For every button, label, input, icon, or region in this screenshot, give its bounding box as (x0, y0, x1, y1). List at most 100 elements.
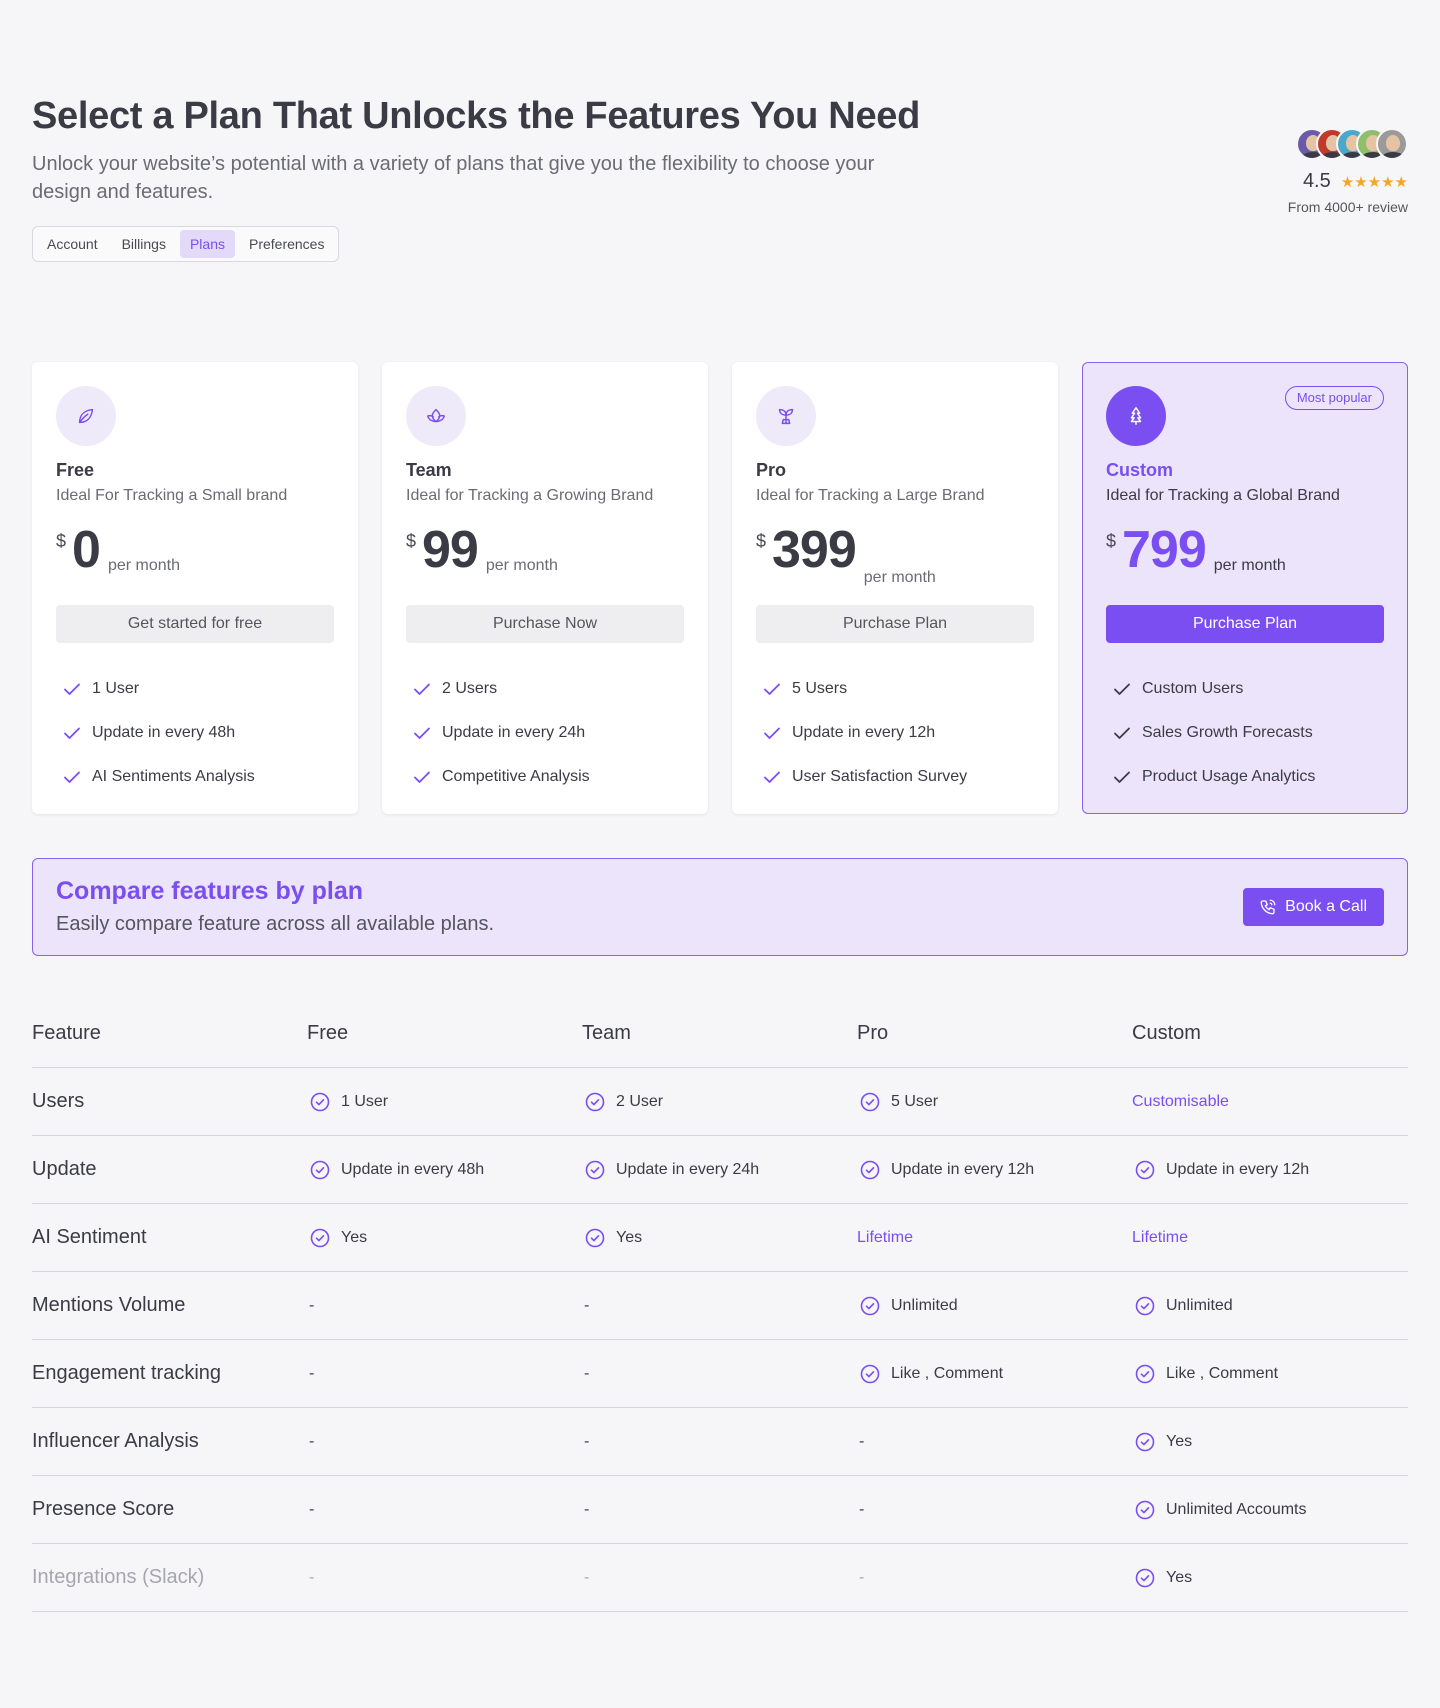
cell-value: - (309, 1364, 315, 1382)
feature-name: Influencer Analysis (32, 1430, 199, 1452)
cell-value: Yes (1166, 1568, 1193, 1586)
column-header: Free (307, 1022, 349, 1044)
table-cell: Unlimited (857, 1295, 1132, 1317)
cell-value: 5 User (891, 1092, 939, 1110)
price-amount: 99 (422, 521, 479, 579)
table-cell: 2 User (582, 1091, 857, 1113)
table-row: Presence Score - - - Unlimited Accoumts (32, 1476, 1408, 1544)
plan-card-free: Free Ideal For Tracking a Small brand $ … (32, 362, 358, 814)
plan-description: Ideal for Tracking a Large Brand (756, 487, 985, 504)
table-cell: Update in every 12h (857, 1159, 1132, 1181)
table-cell: Lifetime (1132, 1229, 1407, 1247)
table-cell: Update in every 48h (307, 1159, 582, 1181)
page-header: Select a Plan That Unlocks the Features … (32, 92, 1408, 272)
check-circle-icon (859, 1091, 881, 1113)
feature-name: Users (32, 1090, 85, 1112)
table-cell: Yes (1132, 1567, 1407, 1589)
compare-subtitle: Easily compare feature across all availa… (56, 913, 494, 935)
feature-name: Presence Score (32, 1498, 175, 1520)
column-header: Custom (1132, 1022, 1201, 1044)
check-circle-icon (1134, 1499, 1156, 1521)
leaf-icon (56, 386, 116, 446)
feature-label: 5 Users (792, 680, 848, 697)
check-icon (1112, 723, 1132, 743)
table-cell: 1 User (307, 1091, 582, 1113)
cell-value: - (584, 1296, 590, 1314)
price-currency: $ (56, 531, 67, 551)
check-icon (62, 767, 82, 787)
table-row: Engagement tracking - - Like , Comment Like … (32, 1340, 1408, 1408)
list-item: Update in every 24h (406, 711, 684, 755)
check-circle-icon (1134, 1431, 1156, 1453)
page-subtitle: Unlock your website’s potential with a v… (32, 153, 875, 203)
feature-label: AI Sentiments Analysis (92, 768, 255, 785)
cell-value: - (309, 1296, 315, 1314)
table-cell: - (582, 1297, 857, 1315)
list-item: Competitive Analysis (406, 755, 684, 799)
price-amount: 799 (1122, 521, 1207, 579)
price-currency: $ (406, 531, 417, 551)
plan-name: Pro (756, 460, 787, 480)
cell-value: Lifetime (857, 1228, 914, 1246)
price-period: per month (863, 569, 936, 586)
cell-value: Update in every 12h (891, 1160, 1035, 1178)
cell-value: Update in every 24h (616, 1160, 760, 1178)
book-a-call-button[interactable]: Book a Call (1243, 888, 1384, 926)
feature-label: Update in every 48h (92, 724, 236, 741)
check-circle-icon (859, 1159, 881, 1181)
cell-value: 2 User (616, 1092, 664, 1110)
cell-value: - (584, 1432, 590, 1450)
cell-value: - (859, 1432, 865, 1450)
table-cell: Like , Comment (1132, 1363, 1407, 1385)
table-cell: - (857, 1433, 1132, 1451)
purchase-plan-button[interactable]: Purchase Plan (756, 605, 1034, 643)
list-item: Sales Growth Forecasts (1106, 711, 1384, 755)
cell-value: Yes (616, 1228, 643, 1246)
table-cell: - (582, 1365, 857, 1383)
table-cell: - (307, 1297, 582, 1315)
price-period: per month (485, 557, 558, 574)
list-item: Product Usage Analytics (1106, 755, 1384, 799)
book-a-call-label: Book a Call (1285, 898, 1367, 915)
table-row: Influencer Analysis - - - Yes (32, 1408, 1408, 1476)
check-circle-icon (1134, 1295, 1156, 1317)
tab-preferences[interactable]: Preferences (239, 230, 334, 258)
avatar (1376, 128, 1408, 160)
table-cell: - (307, 1501, 582, 1519)
feature-name: Mentions Volume (32, 1294, 186, 1316)
comparison-table: Feature Free Team Pro Custom Users 1 User… (32, 1000, 1408, 1612)
price-currency: $ (756, 531, 767, 551)
table-cell: Like , Comment (857, 1363, 1132, 1385)
feature-label: Update in every 12h (792, 724, 936, 741)
tab-plans[interactable]: Plans (179, 230, 235, 258)
purchase-now-button[interactable]: Purchase Now (406, 605, 684, 643)
table-cell: Yes (1132, 1431, 1407, 1453)
table-row: Update Update in every 48h Update in every… (32, 1136, 1408, 1204)
table-row: Users 1 User 2 User 5 User Customisable (32, 1068, 1408, 1136)
plan-price: $ 399 per month (756, 521, 1034, 586)
feature-label: Sales Growth Forecasts (1142, 724, 1313, 741)
column-header: Team (582, 1022, 631, 1044)
check-circle-icon (1134, 1363, 1156, 1385)
feature-name: Engagement tracking (32, 1362, 222, 1384)
get-started-button[interactable]: Get started for free (56, 605, 334, 643)
tab-billings[interactable]: Billings (112, 230, 176, 258)
purchase-plan-button[interactable]: Purchase Plan (1106, 605, 1384, 643)
most-popular-badge: Most popular (1284, 386, 1384, 410)
plan-card-custom: Most popular Custom Ideal for Tracking a… (1082, 362, 1408, 814)
plan-description: Ideal for Tracking a Growing Brand (406, 487, 654, 504)
list-item: Update in every 48h (56, 711, 334, 755)
check-icon (762, 723, 782, 743)
plan-features: Custom Users Sales Growth Forecasts Prod… (1106, 667, 1384, 799)
cell-value: - (309, 1568, 315, 1586)
feature-label: Update in every 24h (442, 724, 586, 741)
check-icon (62, 679, 82, 699)
check-circle-icon (859, 1363, 881, 1385)
price-period: per month (107, 557, 180, 574)
price-period: per month (1213, 557, 1286, 574)
phone-icon (1259, 898, 1277, 916)
list-item: User Satisfaction Survey (756, 755, 1034, 799)
table-cell: - (582, 1501, 857, 1519)
plan-cards: Free Ideal For Tracking a Small brand $ … (32, 362, 1408, 814)
tab-account[interactable]: Account (37, 230, 108, 258)
